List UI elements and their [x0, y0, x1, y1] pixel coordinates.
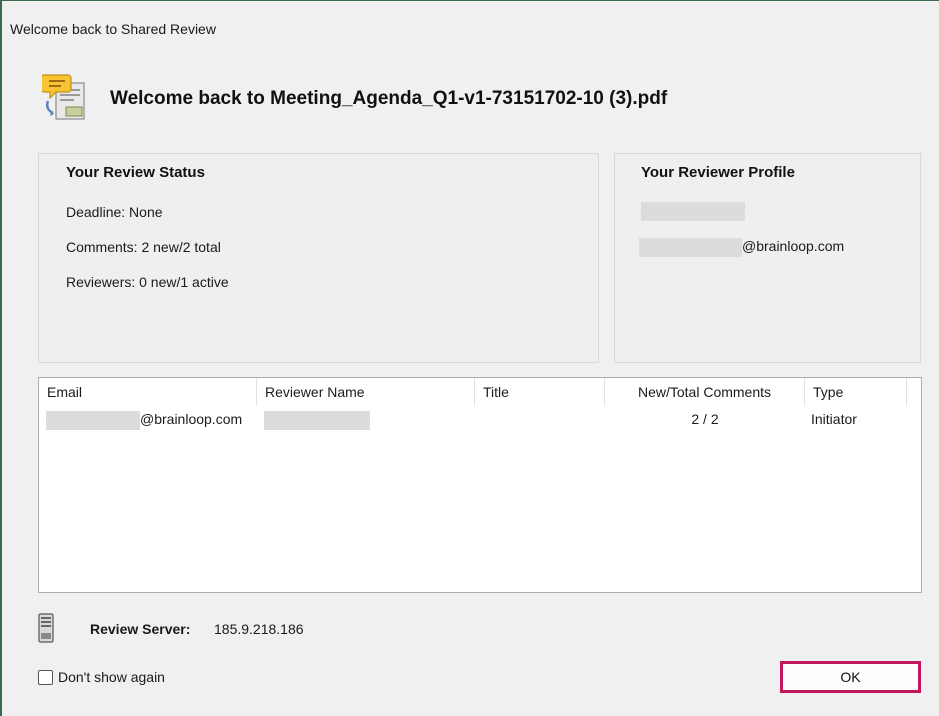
reviewers-table[interactable]: Email Reviewer Name Title New/Total Comm…	[38, 377, 922, 593]
row-email: @brainloop.com	[46, 408, 242, 430]
row-reviewer-name	[264, 408, 370, 430]
review-server-row: Review Server: 185.9.218.186	[38, 613, 304, 646]
dialog-heading: Welcome back to Meeting_Agenda_Q1-v1-731…	[110, 88, 668, 109]
shared-review-dialog: Welcome back to Shared Review Welcome ba…	[0, 0, 939, 716]
reviewer-email: @brainloop.com	[639, 238, 844, 257]
shared-review-document-icon	[40, 71, 90, 126]
checkbox-box[interactable]	[38, 669, 53, 685]
deadline-text: Deadline: None	[66, 204, 163, 220]
dont-show-again-checkbox[interactable]: Don't show again	[38, 669, 165, 685]
comments-text: Comments: 2 new/2 total	[66, 239, 221, 255]
reviewer-profile-title: Your Reviewer Profile	[641, 164, 795, 181]
review-server-value: 185.9.218.186	[214, 621, 304, 637]
dont-show-again-label[interactable]: Don't show again	[58, 669, 165, 685]
review-status-title: Your Review Status	[66, 164, 205, 181]
server-icon	[38, 613, 54, 646]
row-email-suffix: @brainloop.com	[140, 411, 243, 427]
table-row[interactable]: @brainloop.com 2 / 2 Initiator	[39, 378, 921, 432]
window-title: Welcome back to Shared Review	[10, 21, 216, 37]
row-type: Initiator	[811, 411, 857, 427]
reviewers-text: Reviewers: 0 new/1 active	[66, 274, 229, 290]
reviewer-name-redacted	[641, 202, 745, 221]
reviewer-profile-panel: Your Reviewer Profile @brainloop.com	[614, 153, 921, 363]
review-server-label: Review Server:	[90, 621, 191, 637]
review-status-panel: Your Review Status Deadline: None Commen…	[38, 153, 599, 363]
ok-button[interactable]: OK	[780, 661, 921, 693]
row-comments: 2 / 2	[691, 411, 719, 427]
reviewer-email-suffix: @brainloop.com	[742, 238, 845, 255]
